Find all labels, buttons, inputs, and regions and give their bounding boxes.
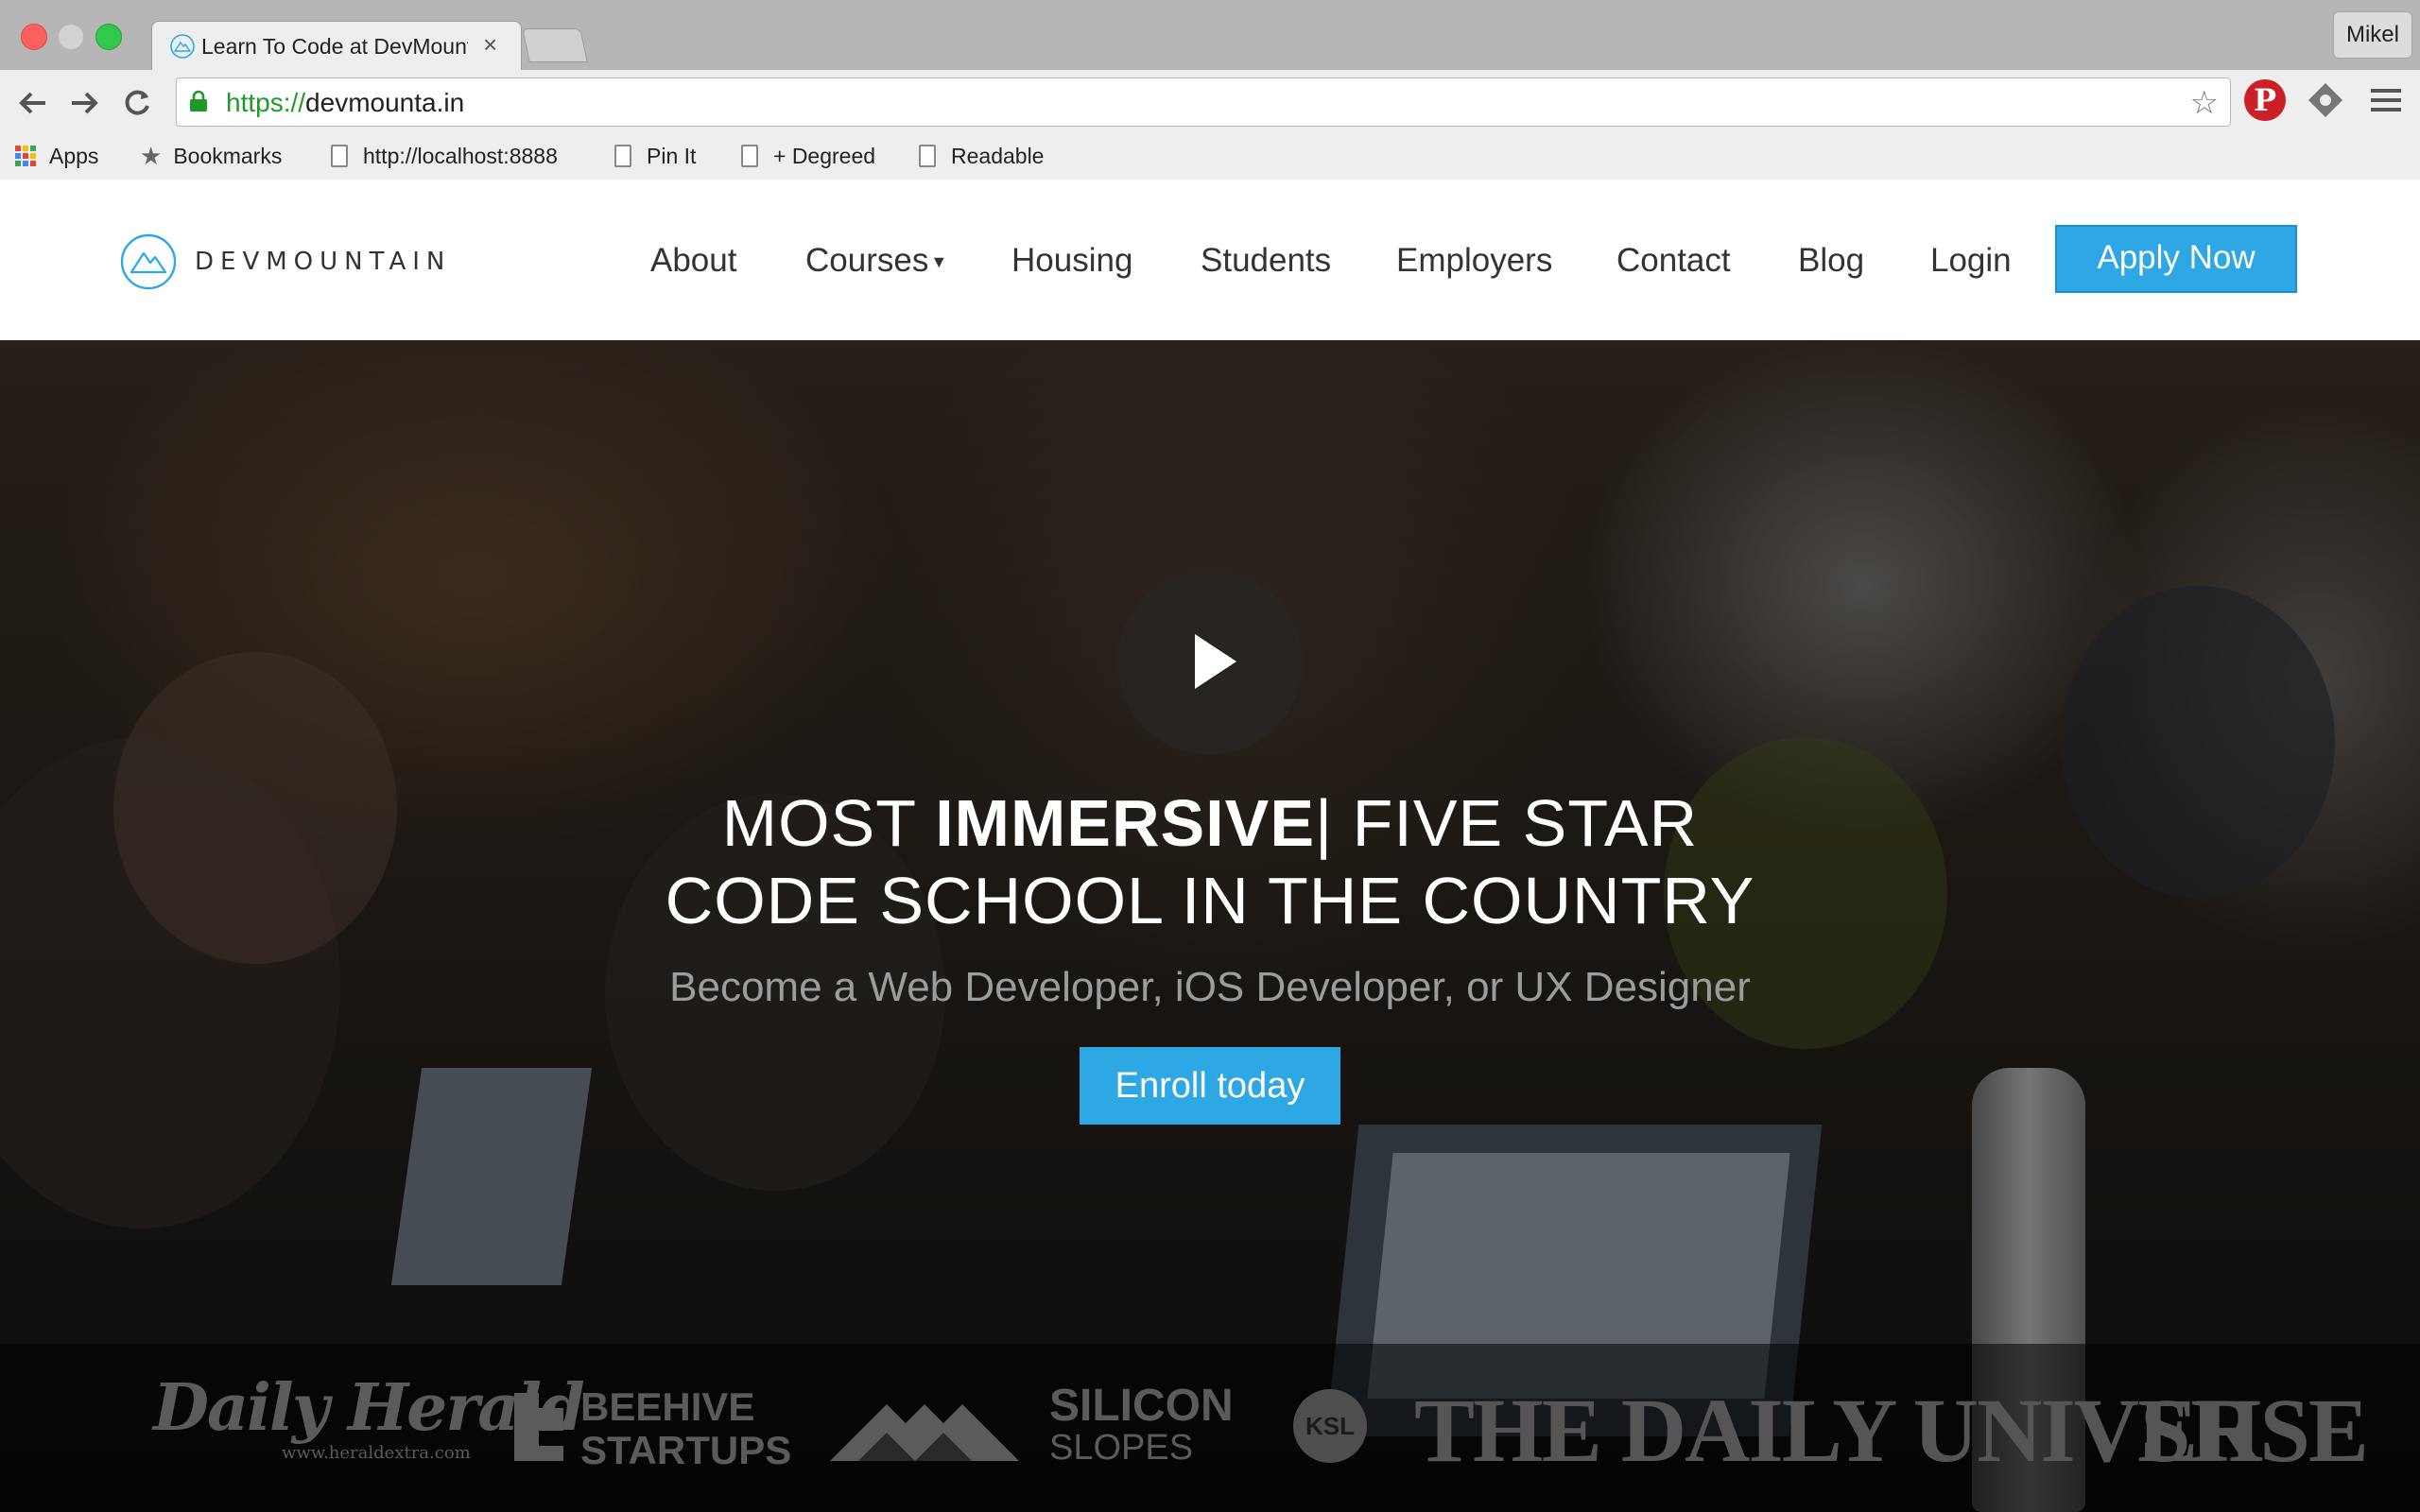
bookmark-label: Apps [49,143,99,168]
silicon-slopes-logo: SILICON SLOPES [1049,1381,1234,1469]
ksl-logo: KSL [1293,1389,1367,1463]
play-icon [1195,634,1236,689]
headline-text: | FIVE STAR [1315,786,1699,860]
star-icon: ★ [140,141,163,170]
tab-close-icon[interactable]: × [483,29,497,60]
beehive-startups-logo: BEEHIVE STARTUPS [580,1385,791,1472]
apps-grid-icon [15,146,36,166]
bookmarks-bar: Apps ★ Bookmarks http://localhost:8888 P… [0,134,2420,176]
url-text: https://devmounta.in [226,88,465,117]
bookmark-localhost[interactable]: http://localhost:8888 [331,142,580,170]
nav-courses[interactable]: Courses ▼ [805,242,947,280]
browser-tab-active[interactable]: Learn To Code at DevMountain × [151,21,522,71]
forward-arrow-icon[interactable] [64,83,104,123]
silicon-slopes-icon [830,1404,1019,1461]
enroll-today-button[interactable]: Enroll today [1080,1047,1340,1125]
bookmark-label: Readable [951,143,1045,168]
lock-icon [190,90,207,112]
headline-text: MOST [721,786,936,860]
sh-logo: SH [2140,1380,2262,1481]
mountain-logo-icon [120,233,177,290]
nav-blog[interactable]: Blog [1798,242,1864,280]
nav-employers[interactable]: Employers [1396,242,1552,280]
nav-housing[interactable]: Housing [1011,242,1132,280]
window-zoom-button[interactable] [95,24,122,50]
devmountain-logo[interactable]: DEVMOUNTAIN [119,232,451,291]
back-arrow-icon[interactable] [13,83,53,123]
devmountain-favicon-icon [170,34,195,59]
bookmark-star-icon[interactable]: ☆ [2190,84,2219,122]
bookmark-bookmarks[interactable]: ★ Bookmarks [140,142,282,170]
hero-headline-line1: MOST IMMERSIVE| FIVE STAR [0,784,2420,862]
tab-title: Learn To Code at DevMountain [201,34,468,59]
extension-puzzle-icon[interactable] [2305,79,2346,121]
beehive-startups-icon [514,1393,563,1461]
browser-tab-bar: Learn To Code at DevMountain × Mikel [0,0,2420,71]
hero-headline: MOST IMMERSIVE| FIVE STAR CODE SCHOOL IN… [0,784,2420,939]
bookmark-label: + Degreed [773,143,876,168]
page-icon [741,145,758,167]
site-header: DEVMOUNTAIN About Courses ▼ Housing Stude… [0,180,2420,340]
apply-now-button[interactable]: Apply Now [2055,225,2297,293]
bookmark-apps[interactable]: Apps [15,142,98,170]
bookmark-label: http://localhost:8888 [363,143,558,168]
hero-section: MOST IMMERSIVE| FIVE STAR CODE SCHOOL IN… [0,340,2420,1512]
page-icon [614,145,631,167]
video-play-button[interactable] [1117,570,1303,755]
chrome-menu-icon[interactable] [2365,79,2407,121]
silicon-line1: SILICON [1049,1381,1234,1431]
bookmark-degreed[interactable]: + Degreed [741,142,875,170]
silicon-line2: SLOPES [1049,1428,1194,1468]
window-close-button[interactable] [21,24,47,50]
bookmark-readable[interactable]: Readable [919,142,1044,170]
headline-emphasis: IMMERSIVE [935,786,1316,860]
nav-login[interactable]: Login [1930,242,2012,280]
bookmark-label: Pin It [647,143,697,168]
hero-headline-line2: CODE SCHOOL IN THE COUNTRY [665,864,1755,937]
nav-contact[interactable]: Contact [1616,242,1731,280]
new-tab-button[interactable] [522,28,588,62]
nav-students[interactable]: Students [1201,242,1331,280]
reload-icon[interactable] [117,83,157,123]
pinterest-extension-icon[interactable]: P [2244,79,2286,121]
chevron-down-icon: ▼ [930,252,948,272]
bookmark-label: Bookmarks [173,143,283,168]
page-icon [919,145,936,167]
nav-courses-label: Courses [805,242,929,279]
profile-button[interactable]: Mikel [2333,11,2412,59]
daily-herald-url: www.heraldextra.com [282,1443,471,1463]
logo-wordmark: DEVMOUNTAIN [195,248,452,276]
nav-about[interactable]: About [650,242,736,280]
bookmark-pin-it[interactable]: Pin It [614,142,696,170]
beehive-line2: STARTUPS [580,1428,792,1472]
window-minimize-button[interactable] [58,24,84,50]
address-bar[interactable]: https://devmounta.in ☆ [176,77,2231,127]
beehive-line1: BEEHIVE [580,1384,755,1429]
hero-subtitle: Become a Web Developer, iOS Developer, o… [669,964,1751,1010]
page-icon [331,145,348,167]
